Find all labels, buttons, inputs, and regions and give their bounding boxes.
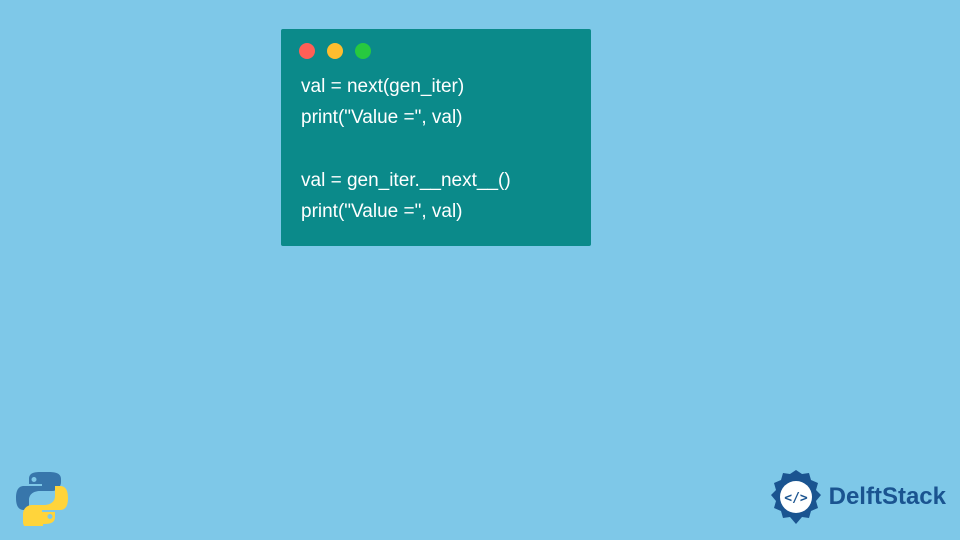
python-logo-icon bbox=[14, 470, 70, 526]
code-line: print("Value =", val) bbox=[301, 107, 463, 128]
delftstack-badge-icon: </> bbox=[767, 468, 825, 526]
close-icon bbox=[299, 43, 315, 59]
title-bar bbox=[281, 29, 591, 67]
code-block: val = next(gen_iter) print("Value =", va… bbox=[281, 67, 591, 228]
brand-name: DelftStack bbox=[829, 483, 946, 511]
delftstack-logo: </> DelftStack bbox=[767, 468, 946, 526]
code-window: val = next(gen_iter) print("Value =", va… bbox=[281, 29, 591, 246]
minimize-icon bbox=[327, 43, 343, 59]
code-line: val = next(gen_iter) bbox=[301, 76, 464, 97]
svg-text:</>: </> bbox=[784, 491, 808, 506]
code-line: val = gen_iter.__next__() bbox=[301, 170, 511, 191]
maximize-icon bbox=[355, 43, 371, 59]
code-line: print("Value =", val) bbox=[301, 201, 463, 222]
